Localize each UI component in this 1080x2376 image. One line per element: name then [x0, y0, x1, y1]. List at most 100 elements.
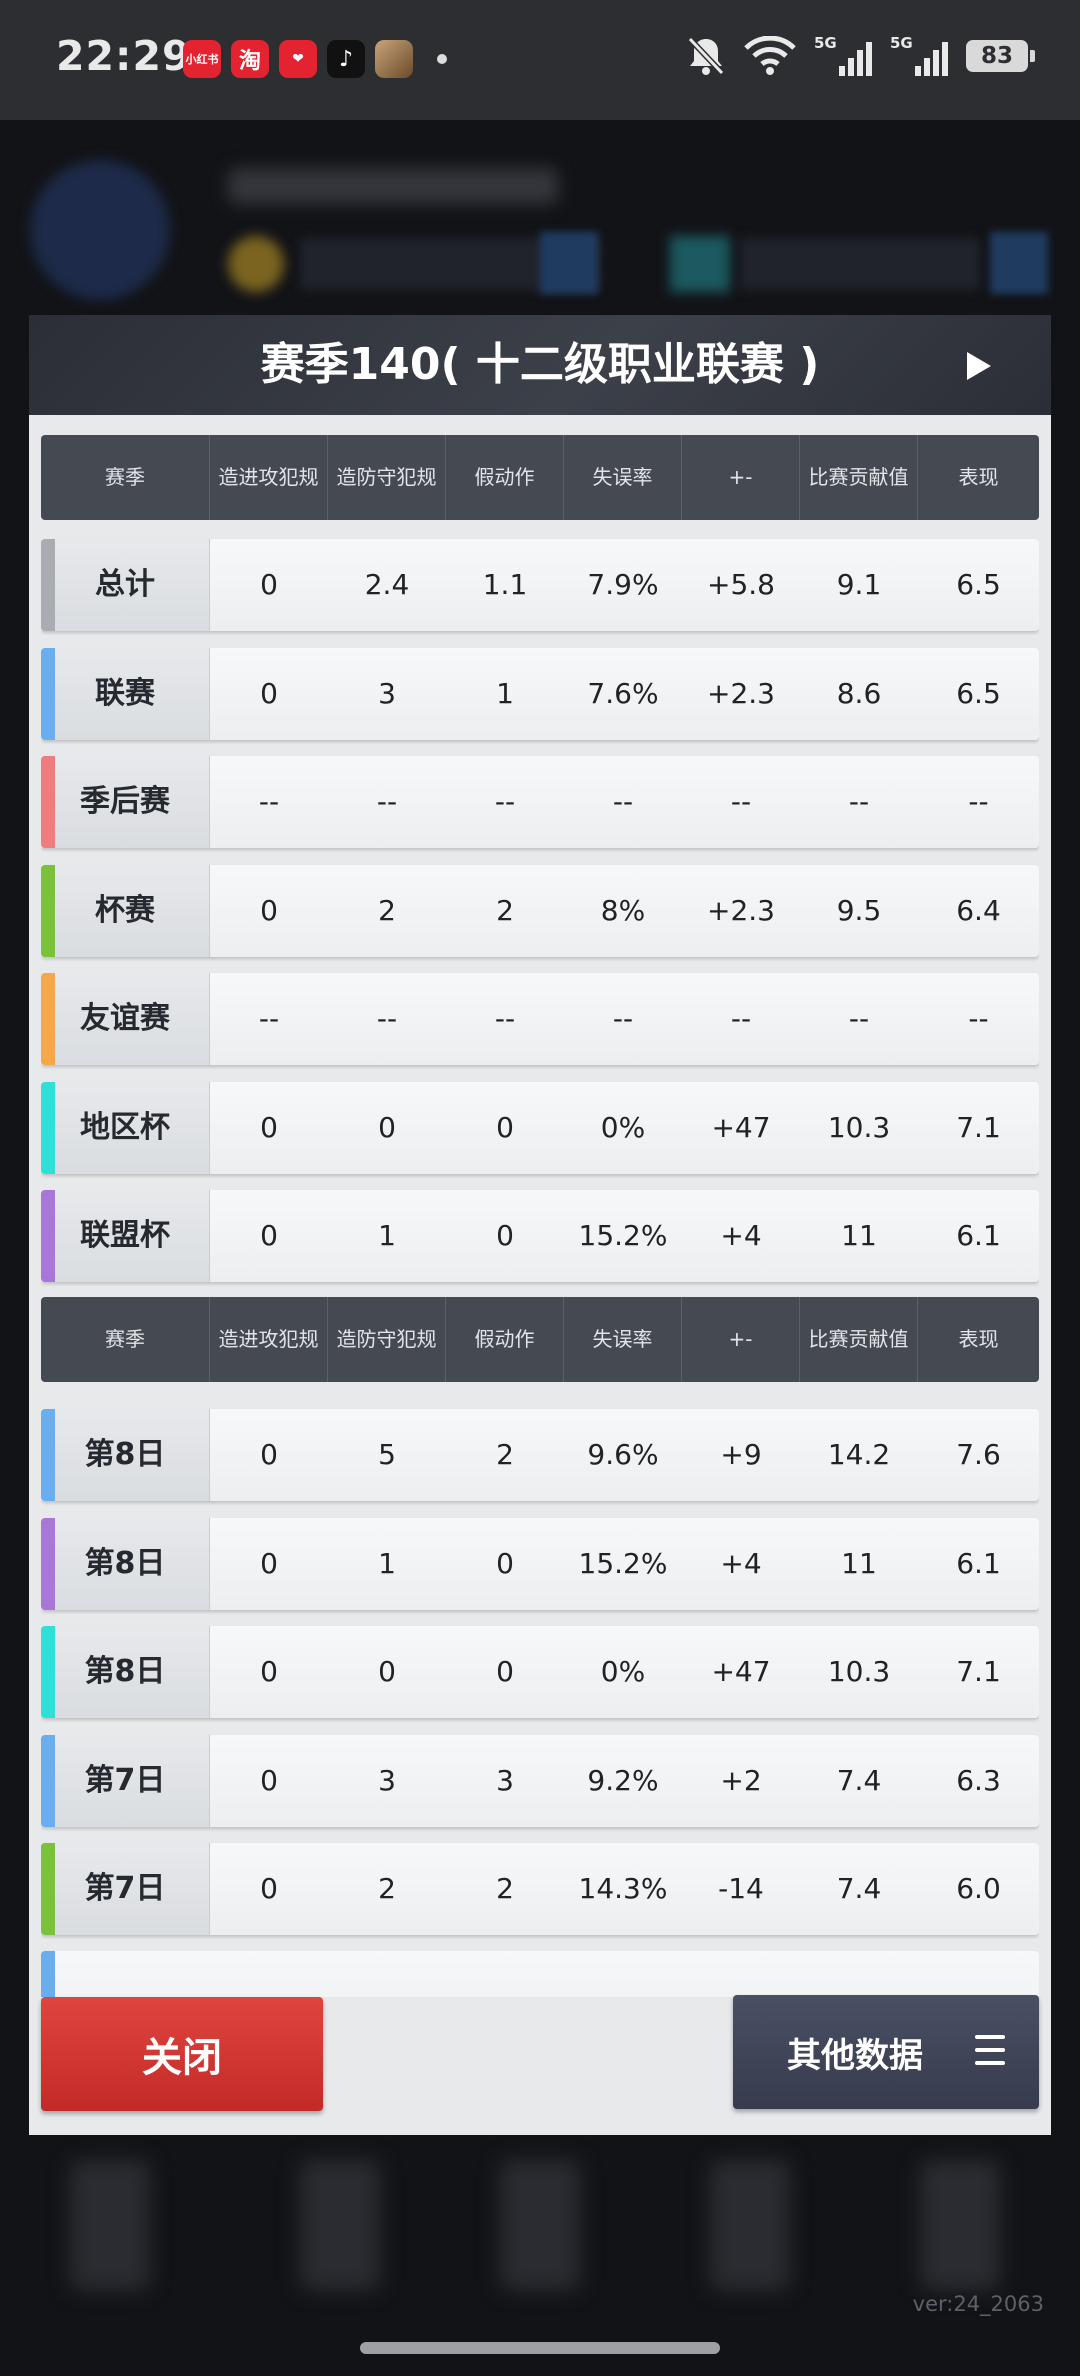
stat-cell: 2 [378, 893, 396, 927]
other-data-button[interactable]: 其他数据 [733, 1995, 1039, 2109]
row-label-text: 联赛 [95, 675, 155, 711]
summary-row[interactable]: 季后赛 -- -- -- -- -- -- -- [41, 756, 1039, 848]
stat-cell: 7.6% [587, 676, 659, 710]
stat-cell: 3 [378, 676, 396, 710]
row-label-text: 杯赛 [95, 892, 155, 928]
stat-cell: 6.0 [956, 1872, 1001, 1905]
competition-color-bar [41, 1734, 55, 1827]
stat-cell: 9.2% [587, 1763, 659, 1797]
stat-cell: 0 [496, 1110, 514, 1144]
season-stats-dialog: 赛季140( 十二级职业联赛 ) 赛季 造进攻犯规 造防守犯规 假动作 失误率 +- 比赛贡… [29, 315, 1051, 2135]
close-button[interactable]: 关闭 [41, 1997, 323, 2111]
game-row[interactable]: 第8日 0 0 0 0% +47 10.3 7.1 [41, 1626, 1039, 1718]
battery-icon: 83 [966, 40, 1035, 72]
row-label-text: 第8日 [84, 1545, 166, 1581]
cell-signal-icon-2: 5G [890, 34, 948, 78]
play-icon[interactable] [967, 352, 991, 380]
stat-cell: 0 [496, 1546, 514, 1580]
game-row-partial[interactable] [41, 1951, 1039, 1997]
summary-row[interactable]: 联盟杯 0 1 0 15.2% +4 11 6.1 [41, 1190, 1039, 1282]
stat-cell: -- [848, 1002, 870, 1035]
stat-cell: 0 [260, 1110, 278, 1144]
stat-cell: +4 [720, 1219, 762, 1252]
stat-cell: 2 [496, 1438, 514, 1471]
stat-cell: +2 [720, 1763, 762, 1797]
row-label: 第7日 [41, 1734, 210, 1827]
row-label: 第7日 [41, 1843, 210, 1935]
coin-icon [228, 236, 284, 292]
competition-color-bar [41, 973, 55, 1065]
row-label-text: 总计 [95, 567, 155, 602]
stat-cell: 3 [378, 1763, 396, 1797]
taobao-icon: 淘 [231, 40, 269, 78]
add-coin-button[interactable] [540, 232, 598, 294]
competition-color-bar [41, 1626, 55, 1718]
stat-cell: 0% [600, 1110, 646, 1144]
stat-cell: 9.1 [836, 568, 882, 601]
wifi-icon [744, 36, 796, 75]
stat-cell: 0 [260, 1546, 278, 1580]
tiktok-icon: ♪ [327, 40, 365, 78]
stat-cell: 0 [378, 1655, 396, 1688]
stat-cell: 7.1 [956, 1110, 1001, 1144]
summary-row[interactable]: 地区杯 0 0 0 0% +47 10.3 7.1 [41, 1081, 1039, 1174]
status-bar: 22:29 小红书 淘 ❤ ♪ 5G 5G 83 [0, 0, 1080, 120]
stat-cell: -- [968, 785, 989, 818]
stat-cell: 1.1 [482, 568, 528, 601]
row-label: 地区杯 [41, 1081, 210, 1174]
stat-cell: 2 [496, 1872, 514, 1905]
row-label: 总计 [41, 539, 210, 631]
stat-cell: 2.4 [364, 568, 410, 601]
competition-color-bar [41, 1517, 55, 1610]
stat-cell: 11 [841, 1219, 877, 1252]
row-label-text: 友谊赛 [80, 1001, 170, 1036]
home-indicator[interactable] [360, 2342, 720, 2354]
summary-row[interactable]: 联赛 0 3 1 7.6% +2.3 8.6 6.5 [41, 647, 1039, 740]
game-row[interactable]: 第8日 0 1 0 15.2% +4 11 6.1 [41, 1517, 1039, 1610]
column-header: +- [682, 435, 800, 520]
stat-cell: 8% [600, 893, 646, 927]
stat-cell: 2 [496, 893, 514, 927]
column-header: 赛季 [41, 435, 210, 520]
row-label-text: 地区杯 [80, 1109, 170, 1145]
stat-cell: 0 [260, 1872, 278, 1905]
stat-cell: -- [376, 1002, 398, 1035]
add-gem-button[interactable] [990, 232, 1048, 294]
row-label-text: 第7日 [84, 1762, 166, 1798]
stat-cell: 7.6 [956, 1438, 1001, 1471]
stat-cell: -- [258, 1002, 280, 1035]
column-header: 失误率 [564, 1297, 682, 1382]
row-label-text: 第8日 [84, 1437, 166, 1472]
column-header: 表现 [958, 465, 999, 489]
stat-cell: -- [968, 1002, 989, 1035]
stat-cell: 0 [260, 893, 278, 927]
summary-row[interactable]: 杯赛 0 2 2 8% +2.3 9.5 6.4 [41, 864, 1039, 957]
stat-cell: +5.8 [707, 568, 775, 601]
other-data-label: 其他数据 [787, 2035, 923, 2076]
column-header: 赛季 [41, 1297, 210, 1382]
row-label: 季后赛 [41, 756, 210, 848]
stat-cell: 6.4 [956, 893, 1001, 927]
game-row[interactable]: 第7日 0 2 2 14.3% -14 7.4 6.0 [41, 1843, 1039, 1935]
row-label-text: 联盟杯 [80, 1218, 170, 1253]
summary-row[interactable]: 总计 0 2.4 1.1 7.9% +5.8 9.1 6.5 [41, 539, 1039, 631]
stat-cell: 15.2% [578, 1546, 668, 1580]
stat-cell: -- [848, 785, 870, 818]
stat-cell: 7.1 [956, 1655, 1001, 1688]
stat-cell: +9 [720, 1438, 762, 1471]
stat-cell: 0 [496, 1655, 514, 1688]
stat-cell: 6.3 [956, 1763, 1001, 1797]
stat-cell: 14.2 [827, 1438, 891, 1471]
row-label: 联赛 [41, 647, 210, 740]
stat-cell: +47 [711, 1110, 771, 1144]
game-row[interactable]: 第7日 0 3 3 9.2% +2 7.4 6.3 [41, 1734, 1039, 1827]
summary-row[interactable]: 友谊赛 -- -- -- -- -- -- -- [41, 973, 1039, 1065]
stat-cell: -- [494, 785, 516, 818]
menu-icon [975, 2035, 1005, 2069]
stat-cell: 0 [260, 1655, 278, 1688]
column-header: 比赛贡献值 [800, 1297, 918, 1382]
game-row[interactable]: 第8日 0 5 2 9.6% +9 14.2 7.6 [41, 1409, 1039, 1501]
stat-cell: -- [730, 785, 752, 818]
stats-table[interactable]: 赛季 造进攻犯规 造防守犯规 假动作 失误率 +- 比赛贡献值 表现 总计 0 2.4 1.1 7.9%… [41, 435, 1039, 1997]
dialog-header: 赛季140( 十二级职业联赛 ) [29, 315, 1051, 415]
